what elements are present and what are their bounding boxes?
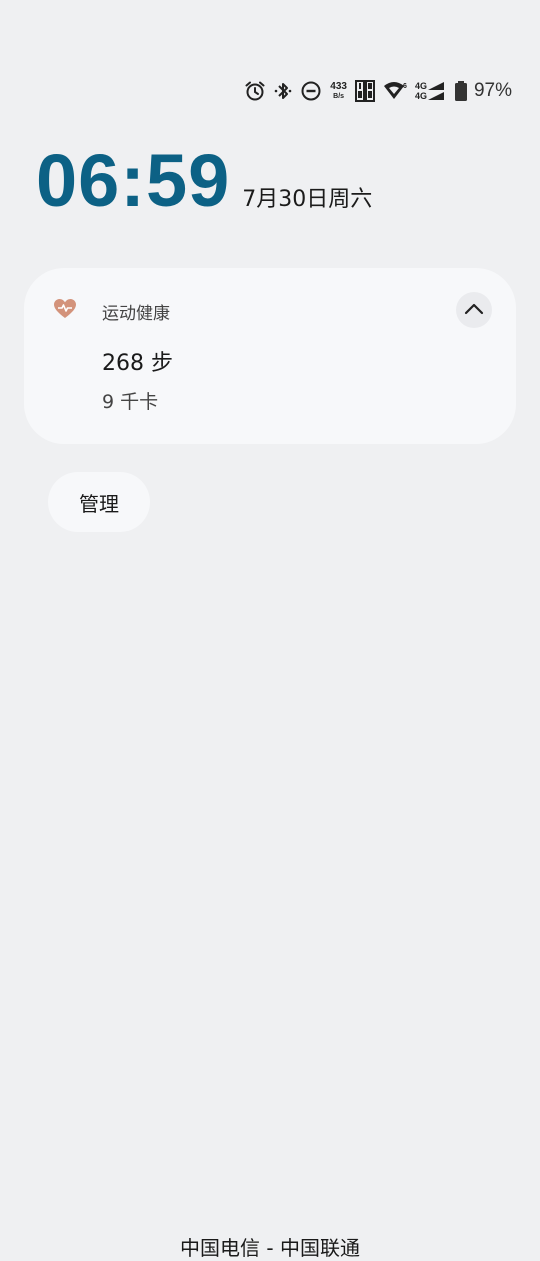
network-speed-value: 433: [330, 81, 347, 92]
network-speed-unit: B/s: [333, 93, 345, 100]
signal-icon: [427, 80, 446, 102]
battery-icon: [454, 80, 468, 102]
alarm-icon: [244, 80, 266, 102]
clock-widget[interactable]: 06:59 7月30日周六: [36, 138, 372, 223]
battery-percent: 97%: [473, 80, 512, 101]
calories-count: 9 千卡: [102, 391, 159, 413]
clock-date: 7月30日周六: [242, 187, 373, 212]
collapse-button[interactable]: [456, 292, 492, 328]
manage-button[interactable]: 管理: [48, 472, 150, 532]
chevron-up-icon: [464, 301, 484, 320]
health-notification-card[interactable]: 运动健康 268 步 9 千卡: [24, 268, 516, 444]
network-type-sim2: 4G: [414, 91, 427, 101]
heart-rate-icon: [53, 298, 77, 324]
network-type-sim1: 4G: [414, 81, 427, 91]
svg-text:6: 6: [403, 83, 407, 90]
app-name: 运动健康: [102, 304, 170, 324]
status-bar: 433 B/s 6 4G 4G 97%: [244, 76, 512, 106]
network-speed: 433 B/s: [330, 81, 347, 101]
steps-count: 268 步: [102, 351, 173, 376]
mobile-network: 4G 4G: [415, 80, 446, 102]
clock-time: 06:59: [36, 139, 231, 222]
carrier-label: 中国电信 - 中国联通: [180, 1236, 360, 1260]
sim-card-icon: [354, 80, 375, 102]
wifi-icon: 6: [383, 80, 407, 102]
do-not-disturb-icon: [300, 80, 322, 102]
bluetooth-icon: [274, 80, 292, 102]
